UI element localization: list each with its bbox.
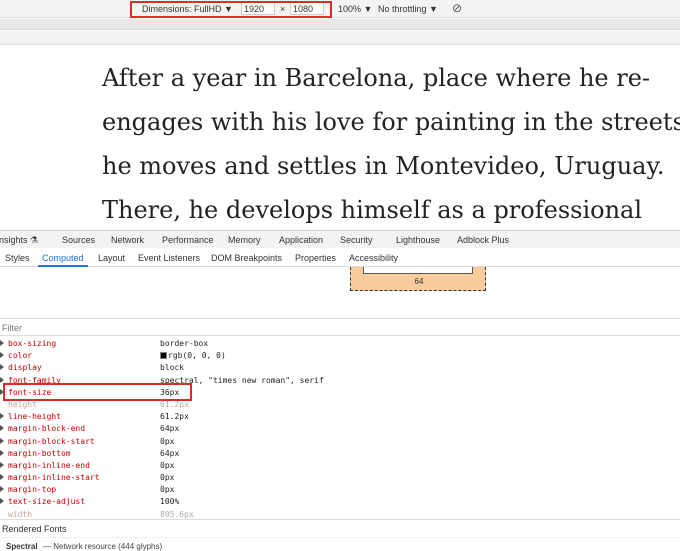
computed-properties-list: box-sizing border-box color rgb(0, 0, 0) d… (0, 338, 680, 521)
property-row[interactable]: box-sizing border-box (0, 338, 680, 350)
property-name: line-height (8, 412, 61, 422)
zoom-dropdown[interactable]: 100% ▼ (338, 4, 372, 14)
property-value: 0px (160, 460, 175, 470)
device-toolbar: Dimensions: FullHD ▼ × 100% ▼ No throttl… (0, 0, 680, 18)
property-value: 805.6px (160, 509, 194, 519)
property-row[interactable]: margin-block-end 64px (0, 423, 680, 435)
property-row[interactable]: margin-inline-start 0px (0, 472, 680, 484)
property-name: margin-block-start (8, 436, 95, 446)
property-name: margin-bottom (8, 448, 71, 458)
tab-security[interactable]: Security (340, 235, 373, 245)
tab-layout[interactable]: Layout (98, 253, 125, 263)
font-size-highlight-box (3, 383, 192, 401)
expand-arrow-icon[interactable] (0, 486, 4, 493)
expand-arrow-icon[interactable] (0, 352, 4, 359)
expand-arrow-icon[interactable] (0, 364, 4, 371)
property-name: margin-inline-end (8, 460, 90, 470)
property-row[interactable]: margin-inline-end 0px (0, 460, 680, 472)
property-value: 100% (160, 497, 180, 507)
property-row[interactable]: display block (0, 362, 680, 374)
font-source: — Network resource (444 glyphs) (43, 542, 163, 551)
property-name: height (8, 399, 37, 409)
rotate-icon[interactable]: ⊘ (452, 1, 462, 15)
filter-input[interactable] (2, 322, 202, 334)
expand-arrow-icon[interactable] (0, 437, 4, 444)
color-swatch-icon[interactable] (160, 352, 167, 360)
property-name: box-sizing (8, 339, 57, 348)
property-name: text-size-adjust (8, 497, 86, 507)
tab-lighthouse[interactable]: Lighthouse (396, 235, 440, 245)
property-value: 0px (160, 473, 175, 483)
tab-adblock-plus[interactable]: Adblock Plus (457, 235, 509, 245)
property-name: margin-block-end (8, 424, 86, 434)
expand-arrow-icon[interactable] (0, 474, 4, 481)
property-row[interactable]: color rgb(0, 0, 0) (0, 350, 680, 362)
property-value: block (160, 363, 185, 373)
devtools-tab-bar: nsights ⚗ Sources Network Performance Me… (0, 230, 680, 248)
tab-properties[interactable]: Properties (295, 253, 336, 263)
box-model-border (363, 267, 473, 274)
property-row[interactable]: text-size-adjust 100% (0, 496, 680, 508)
expand-arrow-icon[interactable] (0, 461, 4, 468)
property-name: color (8, 351, 33, 361)
property-name: margin-top (8, 485, 57, 495)
box-model-pane (0, 267, 680, 317)
tab-dom-breakpoints[interactable]: DOM Breakpoints (211, 253, 282, 263)
dimensions-highlight-box (130, 1, 332, 18)
rendered-font-entry: Spectral — Network resource (444 glyphs) (0, 537, 680, 551)
box-model-margin: 64 (350, 267, 486, 291)
browser-window: Dimensions: FullHD ▼ × 100% ▼ No throttl… (0, 0, 680, 551)
property-value: 61.2px (160, 412, 189, 422)
expand-arrow-icon[interactable] (0, 376, 4, 383)
property-value-color: rgb(0, 0, 0) (160, 351, 226, 360)
article-paragraph: After a year in Barcelona, place where h… (102, 56, 680, 230)
elements-sub-tab-bar: Styles Computed Layout Event Listeners D… (0, 248, 680, 267)
paragraph-line: There, he develops himself as a professi… (102, 196, 643, 224)
expand-arrow-icon[interactable] (0, 340, 4, 346)
paragraph-line: he moves and settles in Montevideo, Urug… (102, 152, 665, 180)
tab-memory[interactable]: Memory (228, 235, 261, 245)
property-row[interactable]: line-height 61.2px (0, 411, 680, 423)
property-row[interactable]: margin-bottom 64px (0, 448, 680, 460)
property-name: margin-inline-start (8, 473, 100, 483)
paragraph-line: After a year in Barcelona, place where h… (102, 64, 651, 92)
property-value: rgb(0, 0, 0) (168, 351, 226, 361)
tab-computed[interactable]: Computed (42, 253, 84, 263)
tab-event-listeners[interactable]: Event Listeners (138, 253, 200, 263)
property-value: 64px (160, 424, 180, 434)
margin-bottom-value[interactable]: 64 (351, 277, 487, 286)
rendered-fonts-label: Rendered Fonts (2, 524, 67, 534)
tab-network[interactable]: Network (111, 235, 144, 245)
property-row[interactable]: margin-top 0px (0, 484, 680, 496)
font-name: Spectral (6, 542, 38, 551)
property-value: border-box (160, 339, 209, 348)
tab-accessibility[interactable]: Accessibility (349, 253, 398, 263)
rendered-fonts-header: Rendered Fonts (0, 519, 680, 537)
tab-styles[interactable]: Styles (5, 253, 30, 263)
tab-performance[interactable]: Performance (162, 235, 214, 245)
property-value: 0px (160, 436, 175, 446)
property-value: 64px (160, 448, 180, 458)
expand-arrow-icon[interactable] (0, 449, 4, 456)
property-row[interactable]: margin-block-start 0px (0, 436, 680, 448)
tab-sources[interactable]: Sources (62, 235, 95, 245)
media-query-bar (0, 19, 680, 30)
tab-application[interactable]: Application (279, 235, 323, 245)
property-value: 61.2px (160, 399, 189, 409)
expand-arrow-icon[interactable] (0, 425, 4, 432)
page-viewport: After a year in Barcelona, place where h… (0, 46, 680, 230)
tab-performance-insights[interactable]: nsights ⚗ (0, 235, 38, 246)
property-name: width (8, 509, 33, 519)
ruler-bar (0, 31, 680, 45)
property-value: 0px (160, 485, 175, 495)
expand-arrow-icon[interactable] (0, 498, 4, 505)
throttling-dropdown[interactable]: No throttling ▼ (378, 4, 438, 14)
expand-arrow-icon[interactable] (0, 413, 4, 420)
property-name: display (8, 363, 42, 373)
paragraph-line: engages with his love for painting in th… (102, 108, 680, 136)
filter-bar (0, 318, 680, 336)
